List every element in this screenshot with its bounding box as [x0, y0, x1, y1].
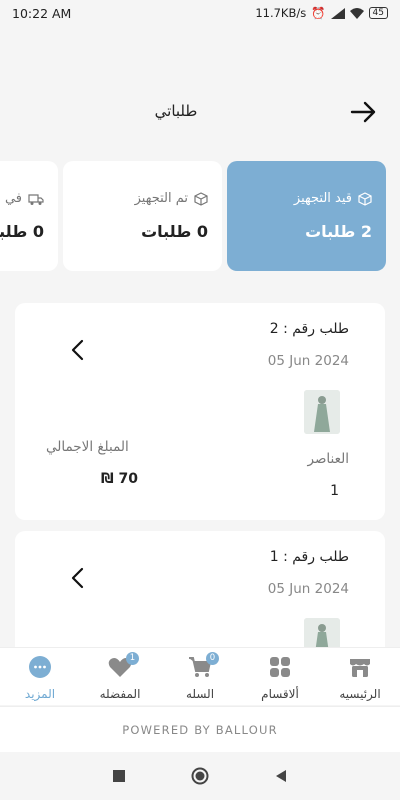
nav-label: السله — [185, 687, 215, 701]
nav-item-favorites[interactable]: 1 المفضله — [84, 652, 156, 705]
store-icon — [350, 659, 370, 677]
items-label: العناصر — [307, 451, 349, 467]
nav-item-categories[interactable]: ألاقسام — [244, 654, 316, 705]
system-navigation-bar — [0, 752, 400, 800]
truck-icon — [28, 193, 44, 205]
order-number: طلب رقم : 1 — [269, 549, 349, 565]
powered-by-footer: POWERED BY BALLOUR — [0, 706, 400, 752]
order-card[interactable]: طلب رقم : 2 05 Jun 2024 العناصر 1 المبلغ… — [15, 303, 385, 520]
status-card-count: 0 طلبات — [0, 222, 44, 241]
status-card-count: 2 طلبات — [305, 222, 372, 241]
chevron-left-icon[interactable] — [70, 567, 86, 589]
chevron-left-icon[interactable] — [70, 339, 86, 361]
net-speed: 11.7KB/s — [255, 6, 307, 20]
status-bar: 10:22 AM 11.7KB/s ⏰ 45 — [0, 0, 400, 26]
order-status-strip[interactable]: قيد التجهيز 2 طلبات تم التجهيز 0 طلبات ف… — [0, 161, 400, 273]
nav-label: الرئيسيه — [339, 687, 381, 701]
battery-icon: 45 — [368, 7, 388, 19]
cart-badge: 0 — [206, 652, 219, 665]
nav-label: ألاقسام — [261, 687, 299, 701]
page-title: طلباتي — [154, 102, 198, 120]
alarm-icon: ⏰ — [311, 6, 326, 20]
order-number: طلب رقم : 2 — [269, 321, 349, 337]
status-card-count: 0 طلبات — [141, 222, 208, 241]
items-count: 1 — [330, 483, 339, 499]
back-icon[interactable] — [274, 769, 288, 783]
box-check-icon — [194, 191, 208, 206]
grid-icon — [270, 657, 290, 677]
favorites-badge: 1 — [126, 652, 139, 665]
total-label: المبلغ الاجمالي — [46, 439, 129, 455]
total-value: 70 ₪ — [101, 471, 139, 487]
order-date: 05 Jun 2024 — [267, 353, 349, 369]
home-icon[interactable] — [191, 767, 209, 785]
status-card-ready[interactable]: تم التجهيز 0 طلبات — [63, 161, 222, 271]
nav-item-home[interactable]: الرئيسيه — [324, 654, 396, 705]
order-date: 05 Jun 2024 — [267, 581, 349, 597]
signal-icon — [330, 7, 345, 19]
recent-apps-icon[interactable] — [112, 769, 126, 783]
wifi-icon — [349, 7, 364, 19]
more-icon — [29, 656, 51, 678]
status-icons: 11.7KB/s ⏰ 45 — [255, 6, 388, 20]
nav-item-more[interactable]: المزيد — [4, 654, 76, 705]
status-card-label: تم التجهيز — [134, 191, 188, 206]
status-time: 10:22 AM — [12, 5, 72, 21]
status-card-label: في — [4, 191, 22, 206]
product-thumbnail — [304, 390, 340, 434]
order-card[interactable]: طلب رقم : 1 05 Jun 2024 — [15, 531, 385, 662]
nav-label: المفضله — [99, 687, 141, 701]
status-card-shipping[interactable]: في 0 طلبات — [0, 161, 58, 271]
box-icon — [358, 191, 372, 206]
status-card-processing[interactable]: قيد التجهيز 2 طلبات — [227, 161, 386, 271]
status-card-label: قيد التجهيز — [293, 191, 352, 206]
bottom-nav: الرئيسيه ألاقسام 0 السله 1 المفضله المزي… — [0, 647, 400, 705]
nav-label: المزيد — [24, 687, 56, 701]
page-header: طلباتي — [0, 95, 400, 131]
nav-item-cart[interactable]: 0 السله — [164, 652, 236, 705]
back-arrow-icon[interactable] — [348, 97, 378, 127]
